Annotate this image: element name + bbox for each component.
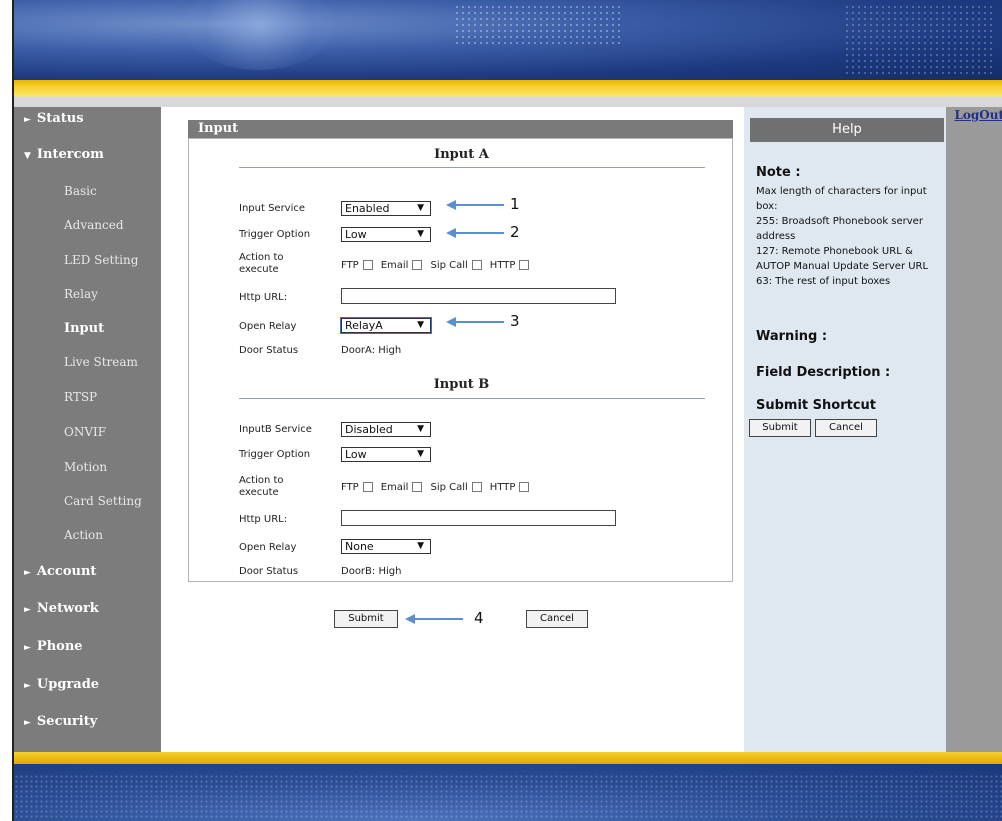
annotation-number: 1 — [510, 195, 520, 213]
sip-call-checkbox[interactable] — [471, 260, 482, 270]
http-checkbox[interactable] — [519, 260, 530, 270]
arrow-line — [454, 232, 504, 234]
submit-shortcut-heading: Submit Shortcut — [756, 398, 877, 413]
sidebar-item-account[interactable]: ► Account — [14, 564, 171, 579]
http-url-b-input[interactable] — [341, 510, 616, 526]
dropdown-arrow-icon: ▼ — [417, 320, 424, 330]
annotation-number: 4 — [474, 609, 484, 627]
top-banner — [14, 0, 1002, 80]
ftp-checkbox[interactable] — [362, 260, 373, 270]
collapsed-arrow-icon: ► — [24, 605, 31, 615]
header-gold-bar — [14, 80, 1002, 107]
door-status-b-value: DoorB: High — [341, 566, 402, 577]
open-relay-label: Open Relay — [239, 321, 297, 332]
dropdown-arrow-icon: ▼ — [417, 449, 424, 459]
ftp-checkbox[interactable] — [362, 482, 373, 492]
action-checkboxes-b: FTP Email Sip Call HTTP — [341, 482, 537, 493]
app-frame: ► Status ▼ Intercom Basic Advanced LED Set… — [12, 0, 1002, 821]
warning-heading: Warning : — [756, 329, 828, 344]
email-checkbox[interactable] — [412, 260, 423, 270]
sidebar-item-network[interactable]: ► Network — [14, 601, 171, 616]
door-status-value: DoorA: High — [341, 345, 402, 356]
open-relay-select[interactable]: RelayA ▼ — [340, 317, 432, 334]
help-title: Help — [750, 118, 944, 142]
sidebar-item-intercom[interactable]: ▼ Intercom — [14, 147, 171, 162]
input-a-heading: Input A — [434, 147, 489, 162]
submit-button[interactable]: Submit — [334, 610, 398, 628]
http-url-label: Http URL: — [239, 292, 288, 303]
collapsed-arrow-icon: ► — [24, 568, 31, 578]
field-description-heading: Field Description : — [756, 365, 891, 380]
collapsed-arrow-icon: ► — [24, 718, 31, 728]
banner-glow — [184, 0, 334, 70]
sidebar-item-relay[interactable]: Relay — [14, 287, 211, 301]
dropdown-arrow-icon: ▼ — [417, 541, 424, 551]
action-to-execute-label: Action to execute — [239, 252, 284, 275]
http-checkbox[interactable] — [519, 482, 530, 492]
arrow-line — [454, 321, 504, 323]
sidebar-item-motion[interactable]: Motion — [14, 460, 211, 474]
logout-link[interactable]: LogOut — [954, 108, 1002, 122]
http-url-input[interactable] — [341, 288, 616, 304]
right-margin — [946, 107, 1002, 752]
footer-banner — [14, 764, 1002, 821]
input-b-heading: Input B — [433, 377, 490, 392]
sidebar-item-card-setting[interactable]: Card Setting — [14, 494, 211, 508]
cancel-button[interactable]: Cancel — [526, 610, 588, 628]
input-service-label: Input Service — [239, 203, 306, 214]
action-checkboxes: FTP Email Sip Call HTTP — [341, 260, 537, 271]
door-status-b-label: Door Status — [239, 566, 299, 577]
collapsed-arrow-icon: ► — [24, 115, 31, 125]
note-heading: Note : — [756, 165, 801, 180]
footer-gold-bar — [14, 752, 1002, 764]
http-url-b-label: Http URL: — [239, 514, 288, 525]
open-relay-b-label: Open Relay — [239, 542, 297, 553]
dropdown-arrow-icon: ▼ — [417, 229, 424, 239]
sidebar-item-advanced[interactable]: Advanced — [14, 218, 211, 232]
annotation-number: 3 — [510, 312, 520, 330]
action-to-execute-b-label: Action to execute — [239, 475, 284, 498]
arrow-line — [454, 204, 504, 206]
trigger-option-select[interactable]: Low ▼ — [341, 227, 431, 242]
sidebar-item-live-stream[interactable]: Live Stream — [14, 355, 211, 369]
sidebar-item-action[interactable]: Action — [14, 528, 211, 542]
input-service-select[interactable]: Enabled ▼ — [341, 201, 431, 216]
sidebar-item-rtsp[interactable]: RTSP — [14, 390, 211, 404]
collapsed-arrow-icon: ► — [24, 643, 31, 653]
dropdown-arrow-icon: ▼ — [417, 203, 424, 213]
banner-pattern — [454, 4, 624, 44]
help-submit-button[interactable]: Submit — [749, 419, 811, 437]
sidebar-item-phone[interactable]: ► Phone — [14, 639, 171, 654]
sip-call-checkbox[interactable] — [471, 482, 482, 492]
trigger-option-b-select[interactable]: Low ▼ — [341, 447, 431, 462]
annotation-number: 2 — [510, 223, 520, 241]
sidebar-item-upgrade[interactable]: ► Upgrade — [14, 677, 171, 692]
expanded-arrow-icon: ▼ — [24, 151, 31, 161]
sidebar-item-basic[interactable]: Basic — [14, 184, 211, 198]
sidebar-item-input[interactable]: Input — [14, 321, 211, 336]
help-cancel-button[interactable]: Cancel — [815, 419, 877, 437]
trigger-option-b-label: Trigger Option — [239, 449, 311, 460]
sidebar-item-led-setting[interactable]: LED Setting — [14, 253, 211, 267]
door-status-label: Door Status — [239, 345, 299, 356]
inputb-service-select[interactable]: Disabled ▼ — [341, 422, 431, 437]
note-text: Max length of characters for input box: … — [756, 186, 929, 287]
trigger-option-label: Trigger Option — [239, 229, 311, 240]
dropdown-arrow-icon: ▼ — [417, 424, 424, 434]
arrow-line — [413, 618, 463, 620]
sidebar-item-onvif[interactable]: ONVIF — [14, 425, 211, 439]
collapsed-arrow-icon: ► — [24, 681, 31, 691]
footer-pattern — [14, 774, 1002, 819]
sidebar-item-security[interactable]: ► Security — [14, 714, 171, 729]
email-checkbox[interactable] — [412, 482, 423, 492]
banner-pattern-right — [844, 4, 994, 74]
page-title: Input — [188, 120, 733, 138]
sidebar-item-status[interactable]: ► Status — [14, 111, 171, 126]
divider — [239, 398, 705, 399]
inputb-service-label: InputB Service — [239, 424, 312, 435]
divider — [239, 167, 705, 168]
open-relay-b-select[interactable]: None ▼ — [341, 539, 431, 554]
